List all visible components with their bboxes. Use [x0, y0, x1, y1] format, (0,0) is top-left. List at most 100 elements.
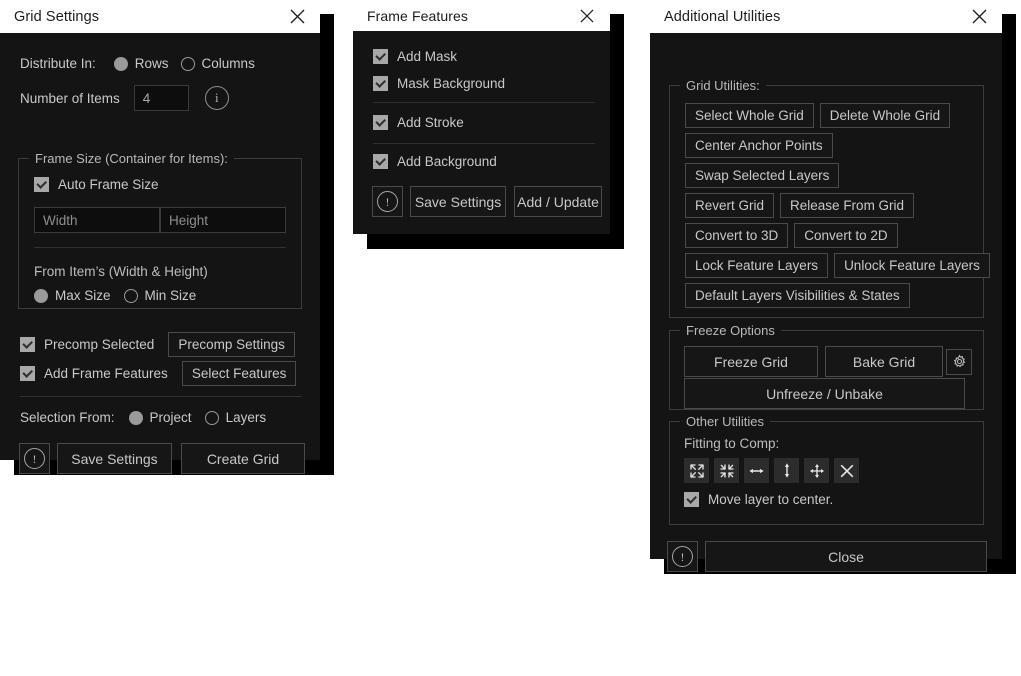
fit-clear-icon[interactable]: [834, 458, 859, 483]
radio-layers[interactable]: [204, 410, 219, 425]
radio-min-size[interactable]: [123, 288, 138, 303]
add-stroke-row: Add Stroke: [373, 115, 464, 130]
info-icon[interactable]: i: [204, 86, 229, 110]
mask-background-checkbox[interactable]: [373, 76, 388, 91]
footer-divider: [20, 396, 302, 397]
frame-size-legend: Frame Size (Container for Items):: [29, 151, 234, 166]
convert-to-3d-button[interactable]: Convert to 3D: [685, 223, 789, 248]
add-background-label: Add Background: [397, 154, 497, 169]
selection-from-row: Selection From: Project Layers: [20, 410, 266, 425]
alert-icon-button[interactable]: !: [19, 443, 50, 474]
auto-frame-size-checkbox[interactable]: [34, 177, 49, 192]
default-layers-visibilities-states-button[interactable]: Default Layers Visibilities & States: [685, 283, 910, 308]
add-update-button[interactable]: Add / Update: [514, 186, 602, 217]
delete-whole-grid-button[interactable]: Delete Whole Grid: [819, 103, 951, 128]
frame-features-title: Frame Features: [367, 7, 468, 24]
close-button[interactable]: Close: [705, 541, 987, 572]
grid-utilities-row: Convert to 3D Convert to 2D: [685, 223, 990, 248]
divider-1: [373, 102, 595, 103]
distribute-in-row: Distribute In: Rows Columns: [20, 56, 255, 71]
fit-vertical-icon[interactable]: [774, 458, 799, 483]
select-whole-grid-button[interactable]: Select Whole Grid: [685, 103, 814, 128]
add-stroke-checkbox[interactable]: [373, 115, 388, 130]
number-of-items-input[interactable]: 4: [133, 85, 189, 111]
size-mode-row: Max Size Min Size: [34, 288, 196, 303]
alert-icon: !: [672, 546, 693, 567]
precomp-selected-label: Precomp Selected: [44, 337, 155, 352]
grid-utilities-row: Revert Grid Release From Grid: [685, 193, 990, 218]
unfreeze-row: Unfreeze / Unbake: [684, 378, 965, 409]
grid-settings-footer: ! Save Settings Create Grid: [19, 443, 305, 474]
add-mask-checkbox[interactable]: [373, 49, 388, 64]
freeze-options-legend: Freeze Options: [680, 323, 781, 338]
auto-frame-size-row[interactable]: Auto Frame Size: [34, 177, 159, 192]
other-utilities-legend: Other Utilities: [680, 414, 771, 429]
gear-icon[interactable]: [946, 348, 972, 375]
freeze-row: Freeze Grid Bake Grid: [684, 346, 972, 377]
save-settings-button[interactable]: Save Settings: [410, 186, 506, 217]
grid-utilities-row: Swap Selected Layers: [685, 163, 990, 188]
fit-shrink-icon[interactable]: [714, 458, 739, 483]
additional-utilities-title: Additional Utilities: [664, 8, 781, 25]
add-background-row: Add Background: [373, 154, 497, 169]
additional-utilities-panel: Additional Utilities Grid Utilities: Sel…: [650, 0, 1016, 574]
precomp-selected-checkbox[interactable]: [20, 337, 35, 352]
close-icon[interactable]: [574, 3, 600, 29]
frame-size-group: Frame Size (Container for Items): Auto F…: [18, 151, 302, 309]
precomp-selected-row: Precomp Selected Precomp Settings: [20, 332, 295, 357]
close-icon[interactable]: [284, 4, 310, 30]
radio-columns[interactable]: [180, 56, 195, 71]
distribute-in-label: Distribute In:: [20, 56, 96, 71]
alert-icon-button[interactable]: !: [667, 541, 698, 572]
release-from-grid-button[interactable]: Release From Grid: [780, 193, 915, 218]
freeze-grid-button[interactable]: Freeze Grid: [684, 346, 818, 377]
precomp-settings-button[interactable]: Precomp Settings: [168, 332, 295, 357]
grid-settings-panel: Grid Settings Distribute In: Rows Column…: [0, 0, 334, 475]
alert-icon-button[interactable]: !: [372, 186, 403, 217]
add-mask-row: Add Mask: [373, 49, 457, 64]
radio-project[interactable]: [128, 410, 143, 425]
create-grid-button[interactable]: Create Grid: [181, 443, 305, 474]
radio-project-label: Project: [149, 410, 192, 425]
grid-utilities-buttons: Select Whole Grid Delete Whole Grid Cent…: [685, 103, 990, 308]
screen: Grid Settings Distribute In: Rows Column…: [0, 0, 1021, 676]
save-settings-button[interactable]: Save Settings: [57, 443, 172, 474]
additional-utilities-body: Grid Utilities: Select Whole Grid Delete…: [650, 33, 1002, 572]
move-layer-to-center-checkbox[interactable]: [684, 492, 699, 507]
mask-background-label: Mask Background: [397, 76, 506, 91]
number-of-items-row: Number of Items 4 i: [20, 85, 229, 111]
lock-feature-layers-button[interactable]: Lock Feature Layers: [685, 253, 829, 278]
swap-selected-layers-button[interactable]: Swap Selected Layers: [685, 163, 840, 188]
add-frame-features-checkbox[interactable]: [20, 366, 35, 381]
height-input[interactable]: Height: [160, 207, 286, 233]
radio-columns-label: Columns: [201, 56, 255, 71]
add-mask-label: Add Mask: [397, 49, 458, 64]
convert-to-2d-button[interactable]: Convert to 2D: [794, 223, 898, 248]
unlock-feature-layers-button[interactable]: Unlock Feature Layers: [834, 253, 990, 278]
radio-max-size[interactable]: [34, 288, 48, 303]
width-input[interactable]: Width: [34, 207, 160, 233]
grid-utilities-row: Select Whole Grid Delete Whole Grid: [685, 103, 990, 128]
add-frame-features-label: Add Frame Features: [44, 366, 168, 381]
fit-move-icon[interactable]: [804, 458, 829, 483]
grid-utilities-group: Grid Utilities: Select Whole Grid Delete…: [669, 78, 990, 318]
revert-grid-button[interactable]: Revert Grid: [685, 193, 775, 218]
unfreeze-unbake-button[interactable]: Unfreeze / Unbake: [684, 378, 965, 409]
center-anchor-points-button[interactable]: Center Anchor Points: [685, 133, 833, 158]
group-divider: [34, 247, 286, 248]
other-utilities-group: Other Utilities Fitting to Comp: Move la…: [669, 414, 984, 525]
from-items-label: From Item’s (Width & Height): [34, 264, 208, 279]
grid-settings-titlebar: Grid Settings: [0, 0, 320, 33]
add-background-checkbox[interactable]: [373, 154, 388, 169]
fit-expand-icon[interactable]: [684, 458, 709, 483]
select-features-button[interactable]: Select Features: [181, 361, 297, 386]
alert-icon: !: [377, 191, 398, 212]
alert-icon: !: [24, 448, 45, 469]
additional-utilities-footer: ! Close: [667, 541, 987, 572]
bake-grid-button[interactable]: Bake Grid: [825, 346, 943, 377]
grid-utilities-row: Lock Feature Layers Unlock Feature Layer…: [685, 253, 990, 278]
close-icon[interactable]: [966, 4, 992, 30]
radio-rows[interactable]: [113, 56, 128, 71]
size-inputs-row: Width Height: [34, 207, 286, 233]
fit-horizontal-icon[interactable]: [744, 458, 769, 483]
